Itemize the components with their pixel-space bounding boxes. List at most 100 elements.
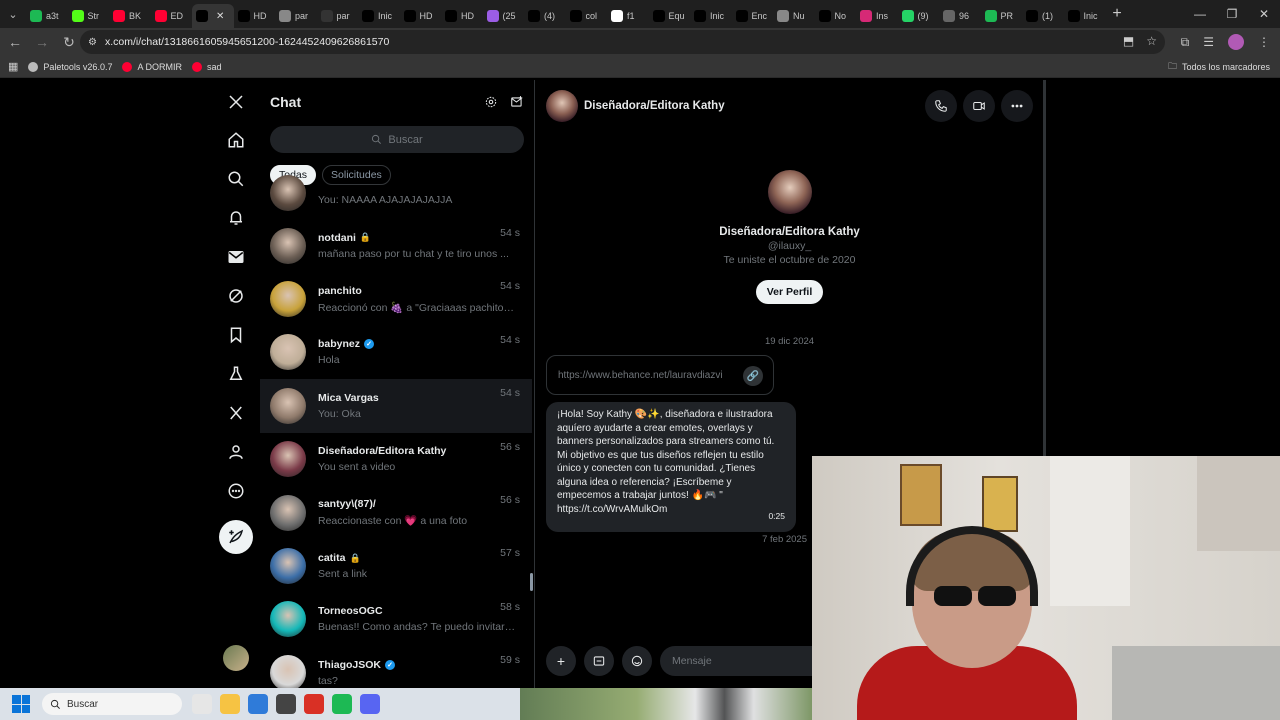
browser-tab[interactable]: HD xyxy=(234,4,276,28)
conversation-avatar[interactable] xyxy=(270,548,306,585)
new-message-icon[interactable] xyxy=(510,95,524,114)
conversation-row[interactable]: notdani 🔒 mañana paso por tu chat y te tir… xyxy=(260,219,532,272)
premium-x-icon[interactable] xyxy=(224,401,248,425)
conversation-avatar[interactable] xyxy=(270,281,306,318)
browser-tab[interactable]: HD xyxy=(400,4,442,28)
browser-tab[interactable]: (9) xyxy=(898,4,940,28)
notifications-bell-icon[interactable] xyxy=(224,206,248,230)
bookmark-item[interactable]: Paletools v26.0.7 xyxy=(28,61,112,72)
home-icon[interactable] xyxy=(224,128,248,152)
conversation-name[interactable]: Diseñadora/Editora Kathy xyxy=(584,100,725,112)
conversation-row[interactable]: ThiagoJSOK ✓ tas? 59 s xyxy=(260,646,532,688)
browser-tab[interactable]: Ins xyxy=(856,4,898,28)
browser-tab[interactable]: Inic xyxy=(1064,4,1106,28)
browser-tab[interactable]: HD xyxy=(441,4,483,28)
maximize-icon[interactable]: ❐ xyxy=(1216,0,1248,28)
windows-start-icon[interactable] xyxy=(12,695,30,713)
browser-tab[interactable]: 96 xyxy=(939,4,981,28)
conversation-avatar[interactable] xyxy=(270,174,306,211)
conversation-avatar[interactable] xyxy=(546,90,578,122)
x-logo-icon[interactable] xyxy=(224,90,248,114)
browser-tab[interactable]: f1 xyxy=(607,4,649,28)
minimize-icon[interactable]: — xyxy=(1184,0,1216,28)
profile-avatar[interactable] xyxy=(1228,34,1244,50)
conversation-header[interactable]: Diseñadora/Editora Kathy xyxy=(546,90,725,122)
attach-plus-button[interactable]: + xyxy=(546,646,576,676)
voice-call-button[interactable] xyxy=(925,90,957,122)
bookmark-star-icon[interactable]: ☆ xyxy=(1146,34,1157,48)
new-tab-button[interactable]: + xyxy=(1105,2,1129,26)
browser-tab[interactable]: ED xyxy=(151,4,193,28)
browser-tab[interactable]: Equ xyxy=(649,4,691,28)
browser-tab[interactable]: (1) xyxy=(1022,4,1064,28)
browser-tab[interactable]: a3t xyxy=(26,4,68,28)
explore-search-icon[interactable] xyxy=(224,167,248,191)
browser-tab[interactable]: ✕ xyxy=(192,4,234,28)
bookmark-item[interactable]: A DORMIR xyxy=(122,61,182,72)
emoji-button[interactable] xyxy=(622,646,652,676)
url-text[interactable]: x.com/i/chat/1318661605945651200-1624452… xyxy=(105,36,389,48)
tab-close-icon[interactable]: ✕ xyxy=(216,11,224,22)
browser-tab[interactable]: BK xyxy=(109,4,151,28)
settings-gear-icon[interactable] xyxy=(484,95,498,114)
conversation-row[interactable]: TorneosOGC Buenas!! Como andas? Te puedo … xyxy=(260,593,532,646)
site-info-icon[interactable]: ⚙ xyxy=(88,37,97,48)
conversation-row[interactable]: panchito Reaccionó con 🍇 a "Graciaaas pac… xyxy=(260,272,532,325)
browser-tab[interactable]: (25 xyxy=(483,4,525,28)
close-window-icon[interactable]: ✕ xyxy=(1248,0,1280,28)
conversation-row[interactable]: santyy\(87)/ Reaccionaste con 💗 a una fot… xyxy=(260,486,532,539)
browser-tab[interactable]: Nu xyxy=(773,4,815,28)
taskbar-search[interactable]: Buscar xyxy=(42,693,182,715)
scrollbar-thumb[interactable] xyxy=(530,573,533,591)
browser-tab[interactable]: Inic xyxy=(358,4,400,28)
filter-solicitudes[interactable]: Solicitudes xyxy=(322,165,391,185)
omnibox[interactable]: ⚙ x.com/i/chat/1318661605945651200-16244… xyxy=(80,30,1165,54)
forward-icon[interactable]: → xyxy=(30,30,54,54)
reading-list-icon[interactable]: ☰ xyxy=(1203,35,1214,49)
browser-tab[interactable]: col xyxy=(566,4,608,28)
install-app-icon[interactable]: ⬒ xyxy=(1123,34,1134,48)
taskbar-app-icon[interactable] xyxy=(332,694,352,714)
message-bubble[interactable]: ¡Hola! Soy Kathy 🎨✨, diseñadora e ilustr… xyxy=(546,402,796,532)
bookmarks-icon[interactable] xyxy=(224,323,248,347)
browser-tab[interactable]: Inic xyxy=(690,4,732,28)
all-bookmarks[interactable]: 🗀 Todos los marcadores xyxy=(1168,59,1270,75)
conversation-row[interactable]: You: NAAAA AJAJAJAJAJJA xyxy=(260,174,532,219)
video-call-button[interactable] xyxy=(963,90,995,122)
link-url[interactable]: https://www.behance.net/lauravdiazvi xyxy=(558,370,723,381)
taskbar-app-icon[interactable] xyxy=(220,694,240,714)
extensions-icon[interactable]: ⧉ xyxy=(1181,35,1190,50)
conversation-avatar[interactable] xyxy=(270,654,306,688)
apps-grid-icon[interactable]: ▦ xyxy=(8,60,18,73)
account-avatar[interactable] xyxy=(223,645,249,671)
browser-tab[interactable]: par xyxy=(317,4,359,28)
jobs-flask-icon[interactable] xyxy=(224,362,248,386)
bookmark-item[interactable]: sad xyxy=(191,61,221,72)
browser-tab[interactable]: Str xyxy=(68,4,110,28)
conversation-avatar[interactable] xyxy=(270,601,306,638)
conversation-row[interactable]: Diseñadora/Editora Kathy You sent a video… xyxy=(260,433,532,486)
conversation-row[interactable]: babynez ✓ Hola 54 s xyxy=(260,326,532,379)
conversation-row[interactable]: Mica Vargas You: Oka 54 s xyxy=(260,379,532,433)
taskbar-app-icon[interactable] xyxy=(248,694,268,714)
taskbar-app-icon[interactable] xyxy=(304,694,324,714)
conversation-avatar[interactable] xyxy=(270,334,306,371)
link-preview-card[interactable]: https://www.behance.net/lauravdiazvi 🔗 xyxy=(546,355,774,395)
chat-list-scrollbar[interactable] xyxy=(530,198,534,688)
browser-tab[interactable]: Enc xyxy=(732,4,774,28)
taskbar-app-icon[interactable] xyxy=(276,694,296,714)
browser-tab[interactable]: PR xyxy=(981,4,1023,28)
menu-icon[interactable]: ⋮ xyxy=(1258,35,1270,49)
grok-icon[interactable] xyxy=(224,284,248,308)
view-profile-button[interactable]: Ver Perfil xyxy=(755,280,824,304)
more-circle-icon[interactable] xyxy=(224,479,248,503)
gif-button[interactable] xyxy=(584,646,614,676)
profile-icon[interactable] xyxy=(224,440,248,464)
profile-avatar-large[interactable] xyxy=(767,170,812,214)
chat-search-input[interactable]: Buscar xyxy=(270,126,524,153)
reload-icon[interactable]: ↻ xyxy=(57,30,81,54)
back-icon[interactable]: ← xyxy=(3,30,27,54)
browser-tab[interactable]: par xyxy=(275,4,317,28)
messages-envelope-icon[interactable] xyxy=(224,245,248,269)
browser-tab[interactable]: (4) xyxy=(524,4,566,28)
